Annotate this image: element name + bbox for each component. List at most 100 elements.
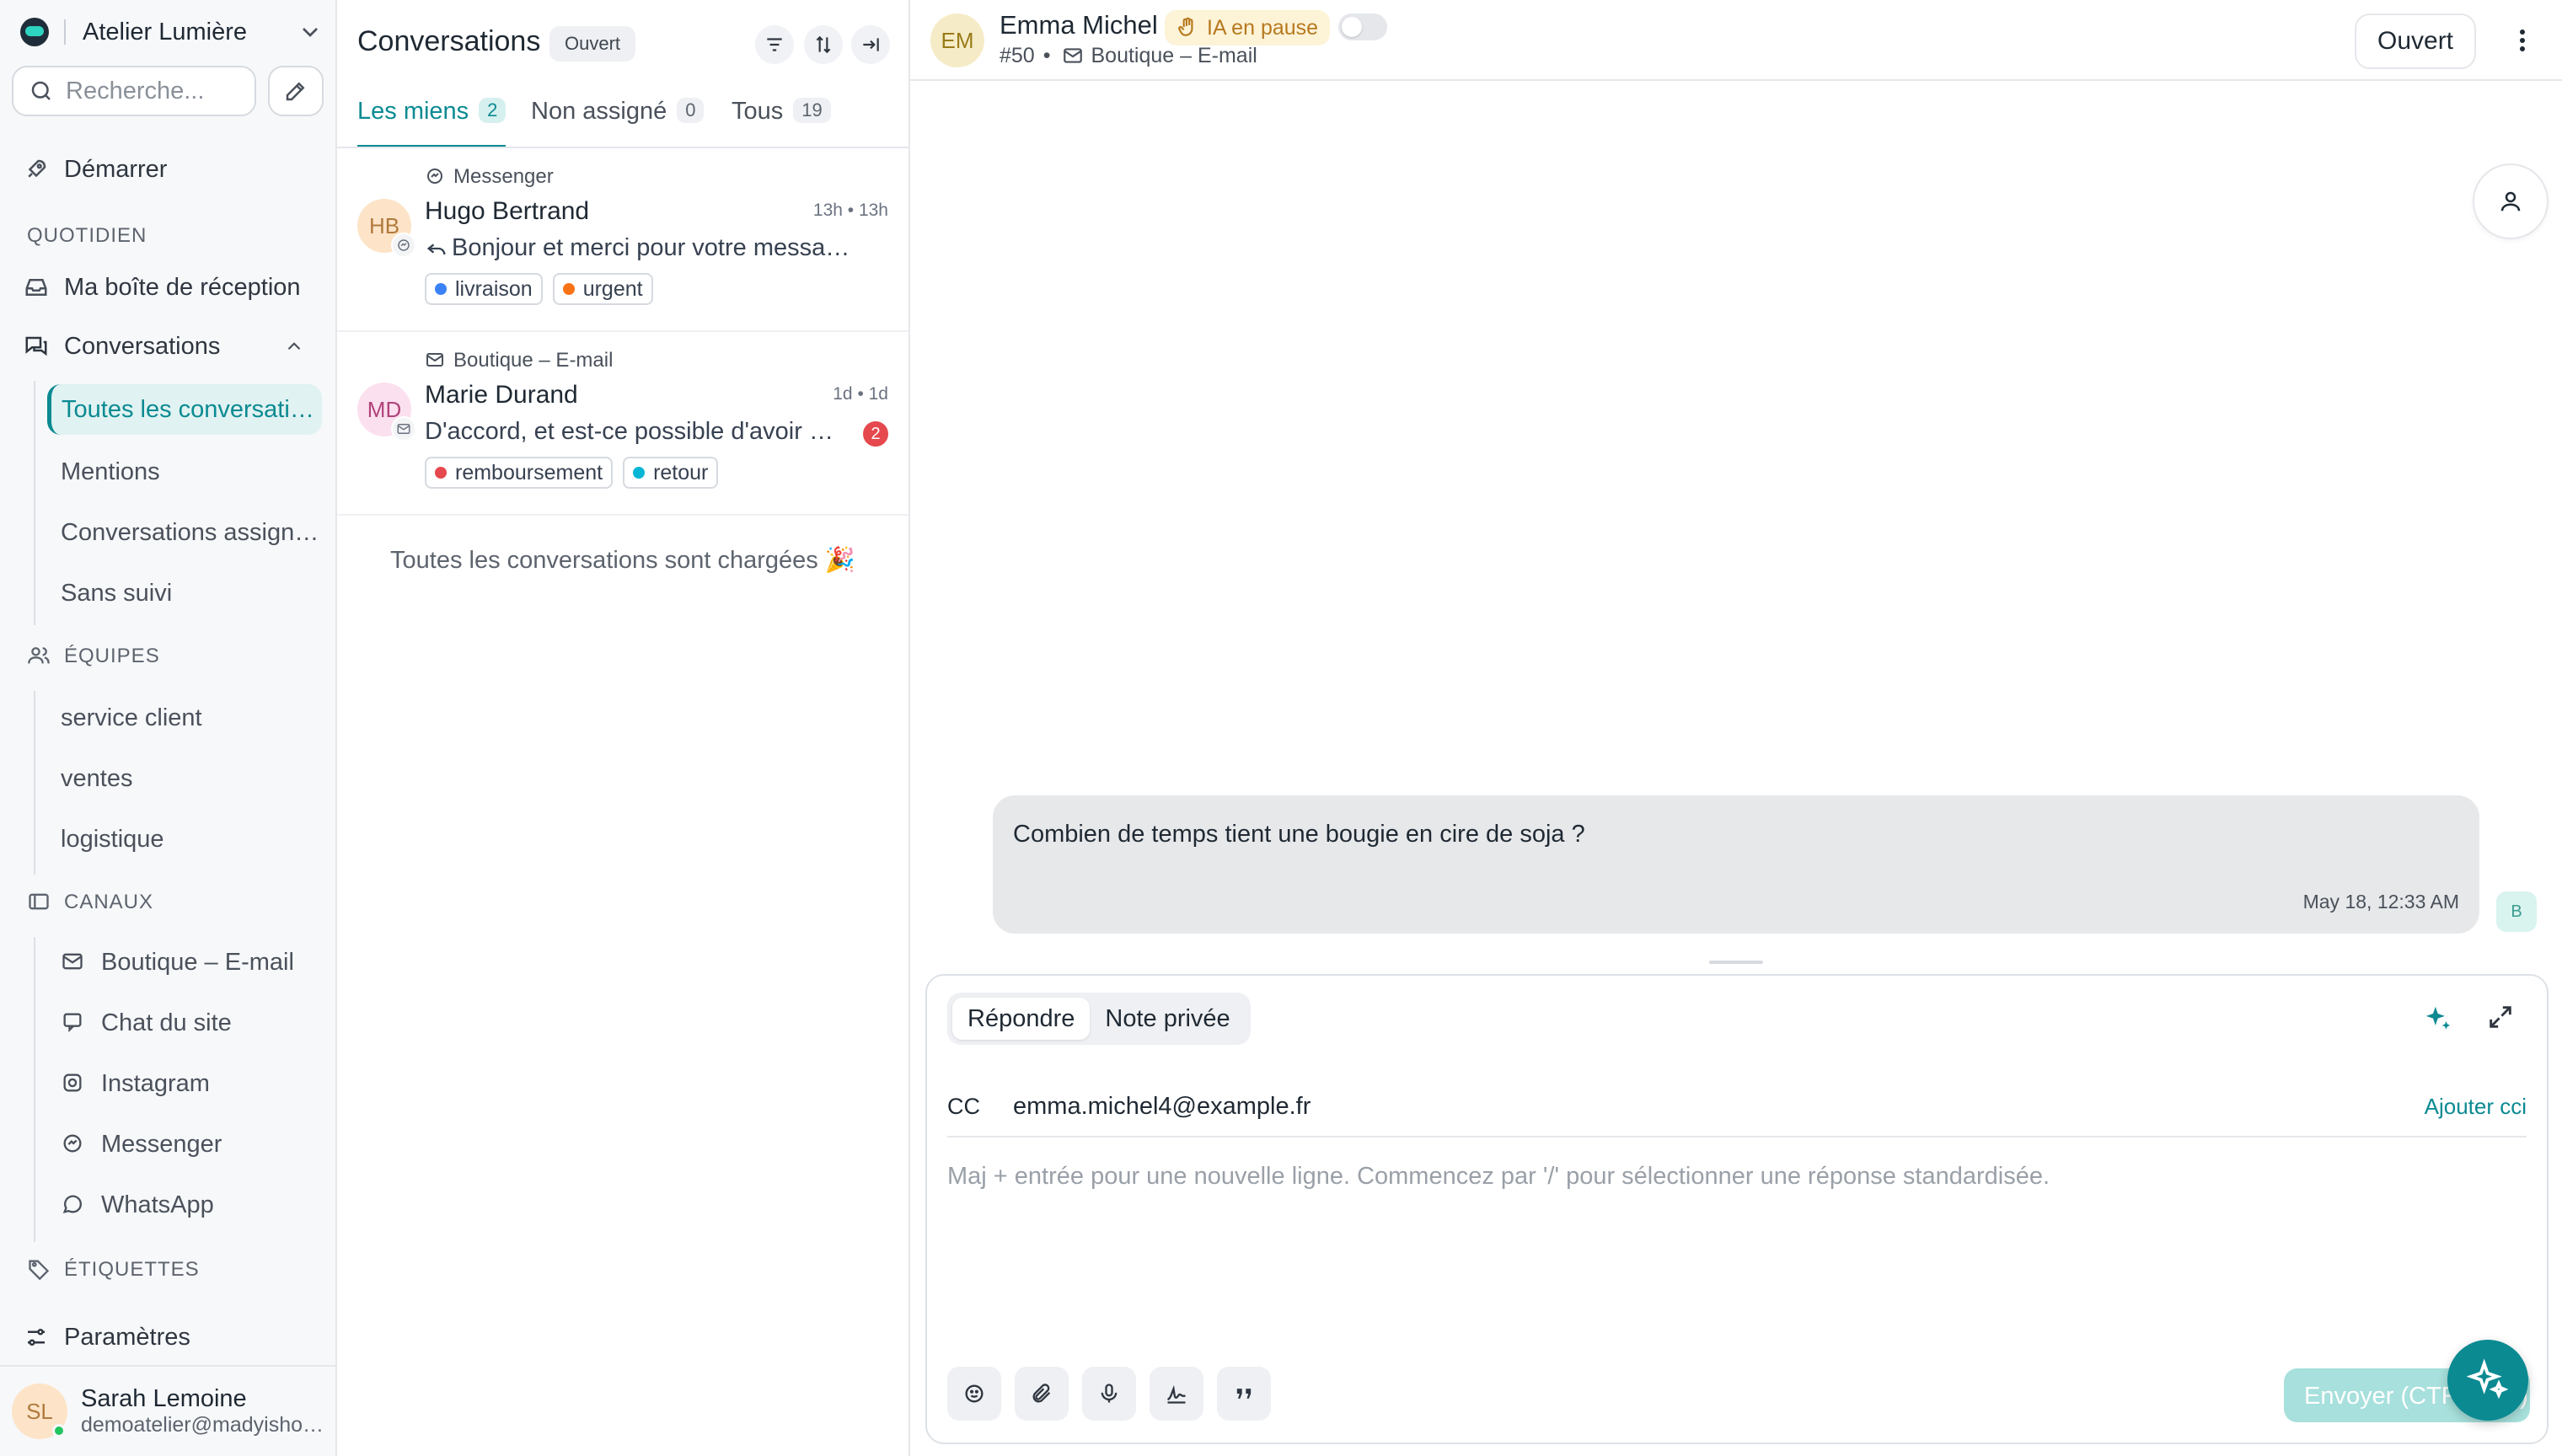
- search-input[interactable]: [66, 77, 243, 105]
- resolve-status-button[interactable]: Ouvert: [2355, 13, 2476, 69]
- avatar[interactable]: EM: [930, 13, 984, 67]
- sidebar-item-channel-whatsapp[interactable]: WhatsApp: [47, 1180, 322, 1230]
- messenger-icon: [391, 233, 416, 258]
- section-daily: QUOTIDIEN: [27, 224, 147, 248]
- tab-mine[interactable]: Les miens 2: [357, 98, 507, 148]
- ai-status-label: IA en pause: [1207, 15, 1319, 40]
- tab-unassigned[interactable]: Non assigné 0: [531, 98, 705, 148]
- reply-arrow-icon: [425, 237, 448, 260]
- ai-toggle-switch[interactable]: [1338, 13, 1387, 40]
- expand-composer-button[interactable]: [2486, 1003, 2516, 1033]
- message-text: Combien de temps tient une bougie en cir…: [1013, 821, 1585, 848]
- tab-label: Non assigné: [531, 98, 667, 125]
- workspace-switcher[interactable]: Atelier Lumière: [20, 12, 324, 52]
- section-channels: CANAUX: [27, 890, 153, 915]
- attach-file-button[interactable]: [1015, 1367, 1069, 1421]
- app-root: Atelier Lumière Démarrer QUOTIDIEN: [0, 0, 2562, 1456]
- tag-icon: [27, 1257, 52, 1282]
- user-info: Sarah Lemoine demoatelier@madyishop.com: [81, 1385, 325, 1437]
- conversation-list-panel: Conversations Ouvert Les miens 2 Non ass…: [337, 0, 910, 1456]
- conversation-inbox: Messenger: [425, 165, 554, 189]
- section-labels[interactable]: ÉTIQUETTES: [27, 1257, 200, 1282]
- sidebar-item-label: Sans suivi: [61, 579, 173, 607]
- contact-name[interactable]: Emma Michel: [1000, 10, 1158, 40]
- label-color-dot: [633, 467, 646, 479]
- sidebar-item-assigned[interactable]: Conversations assignées: [47, 507, 322, 558]
- conversation-card[interactable]: MD Boutique – E-mail Marie Durand 1d • 1…: [337, 332, 908, 516]
- ai-status-badge: IA en pause: [1165, 10, 1331, 46]
- mail-icon: [1062, 45, 1085, 68]
- nav-conversations[interactable]: Conversations: [22, 324, 325, 369]
- ai-assist-button[interactable]: [2422, 1003, 2454, 1035]
- conversation-inbox-name: Boutique – E-mail: [1091, 44, 1257, 67]
- add-bcc-link[interactable]: Ajouter cci: [2425, 1094, 2527, 1120]
- tab-label: Les miens: [357, 98, 469, 125]
- hand-icon: [1176, 16, 1200, 40]
- sidebar-item-team-logistique[interactable]: logistique: [47, 814, 322, 864]
- filter-icon: [764, 34, 785, 56]
- channels-tree-line: [34, 937, 35, 1242]
- user-icon: [2498, 189, 2523, 214]
- sidebar-item-channel-email[interactable]: Boutique – E-mail: [47, 937, 322, 988]
- tab-count: 2: [479, 98, 507, 123]
- avatar: SL: [12, 1384, 67, 1439]
- canned-response-button[interactable]: [1217, 1367, 1271, 1421]
- compose-button[interactable]: [268, 66, 324, 116]
- sparkle-icon: [2422, 1003, 2454, 1035]
- mail-icon: [61, 950, 86, 975]
- sidebar-item-channel-messenger[interactable]: Messenger: [47, 1119, 322, 1170]
- label-chip: urgent: [552, 273, 653, 305]
- sender-initial: B: [2511, 902, 2522, 921]
- sort-icon: [812, 34, 834, 56]
- conversation-last-message: D'accord, et est-ce possible d'avoir un …: [425, 418, 846, 446]
- label-chip: livraison: [425, 273, 543, 305]
- reply-textarea[interactable]: Maj + entrée pour une nouvelle ligne. Co…: [947, 1163, 2523, 1298]
- mail-icon: [425, 350, 447, 372]
- sidebar-item-channel-webchat[interactable]: Chat du site: [47, 998, 322, 1048]
- avatar: HB: [357, 199, 416, 258]
- sidebar-item-mentions[interactable]: Mentions: [47, 447, 322, 497]
- filter-button[interactable]: [755, 25, 794, 64]
- section-teams: ÉQUIPES: [27, 644, 160, 669]
- chat-icon: [61, 1010, 86, 1036]
- contact-details-button[interactable]: [2473, 163, 2549, 239]
- user-profile[interactable]: SL Sarah Lemoine demoatelier@madyishop.c…: [0, 1365, 337, 1456]
- emoji-icon: [962, 1382, 986, 1405]
- signature-button[interactable]: [1150, 1367, 1203, 1421]
- record-audio-button[interactable]: [1082, 1367, 1136, 1421]
- cc-label: CC: [947, 1093, 980, 1119]
- emoji-button[interactable]: [947, 1367, 1001, 1421]
- signature-icon: [1165, 1382, 1188, 1405]
- tab-count: 0: [677, 98, 705, 123]
- sidebar-item-team-ventes[interactable]: ventes: [47, 753, 322, 804]
- cc-email-field[interactable]: emma.michel4@example.fr: [1013, 1093, 2425, 1121]
- private-note-mode-button[interactable]: Note privée: [1090, 998, 1245, 1040]
- collapse-panel-button[interactable]: [851, 25, 890, 64]
- more-options-button[interactable]: [2510, 25, 2535, 56]
- sort-button[interactable]: [804, 25, 843, 64]
- sidebar-item-team-service-client[interactable]: service client: [47, 693, 322, 743]
- nav-inbox[interactable]: Ma boîte de réception: [22, 265, 325, 310]
- message-bubble: Combien de temps tient une bougie en cir…: [993, 795, 2479, 934]
- composer-resize-handle[interactable]: [1709, 961, 1763, 964]
- conversation-view: EM Emma Michel IA en pause #50 • Boutiqu…: [910, 0, 2562, 1456]
- sidebar-item-all-conversations[interactable]: Toutes les conversations: [47, 384, 322, 435]
- status-filter-chip[interactable]: Ouvert: [549, 26, 636, 62]
- reply-composer: Répondre Note privée CC emma.michel4@exa…: [925, 974, 2549, 1444]
- ai-assistant-fab[interactable]: [2447, 1340, 2528, 1421]
- nav-start-label: Démarrer: [64, 155, 168, 183]
- reply-mode-switch: Répondre Note privée: [947, 993, 1251, 1045]
- unread-count-badge: 2: [863, 421, 888, 447]
- reply-mode-button[interactable]: Répondre: [952, 998, 1091, 1040]
- sidebar-item-unattended[interactable]: Sans suivi: [47, 568, 322, 618]
- conversation-time: 1d • 1d: [833, 384, 888, 404]
- tab-all[interactable]: Tous 19: [732, 98, 831, 148]
- conversation-list-title: Conversations: [357, 25, 541, 57]
- sidebar-item-label: Toutes les conversations: [62, 395, 322, 423]
- conversation-card[interactable]: HB Messenger Hugo Bertrand 13h • 13h Bon…: [337, 148, 908, 332]
- nav-start[interactable]: Démarrer: [22, 147, 325, 192]
- sidebar-item-label: Boutique – E-mail: [101, 948, 294, 976]
- search-box: [12, 66, 256, 116]
- sidebar-item-channel-instagram[interactable]: Instagram: [47, 1058, 322, 1109]
- nav-settings[interactable]: Paramètres: [22, 1314, 325, 1360]
